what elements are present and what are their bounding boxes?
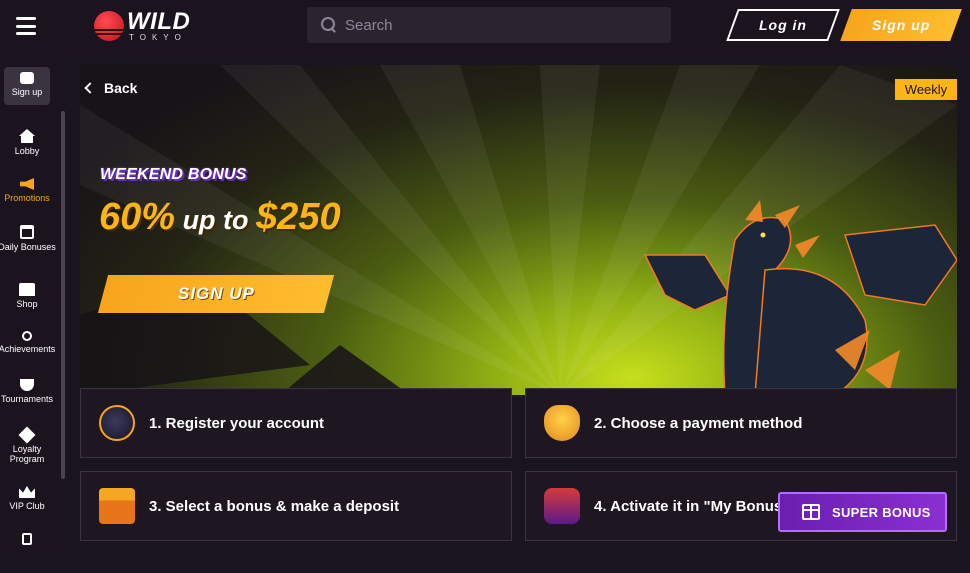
logo-text-sub: TOKYO [129, 33, 187, 42]
slot-machine-icon [544, 488, 580, 524]
crown-icon [19, 486, 35, 498]
step-card-register[interactable]: 1. Register your account [80, 388, 512, 458]
sidebar-item-label: Tournaments [0, 394, 54, 404]
small-icon [22, 533, 32, 545]
sidebar-item-label: Lobby [14, 146, 40, 156]
trophy-icon [20, 379, 34, 391]
promo-title: 60% up to $250 [99, 196, 341, 238]
diamond-icon [18, 426, 36, 444]
logo-text-main: WILD [127, 8, 191, 35]
gift-icon [802, 504, 820, 520]
sidebar-item-vip-club[interactable]: VIP Club [0, 482, 54, 526]
weekly-badge: Weekly [895, 79, 957, 100]
calendar-icon [20, 225, 34, 239]
chevron-left-icon [84, 82, 96, 94]
sidebar-item-achievements[interactable]: Achievements [0, 327, 55, 371]
dragon-illustration [643, 200, 957, 395]
sidebar-item-label: VIP Club [9, 501, 45, 511]
megaphone-icon [20, 178, 34, 190]
home-icon [19, 129, 35, 143]
step-card-payment[interactable]: 2. Choose a payment method [525, 388, 957, 458]
sidebar-item-more[interactable] [0, 529, 54, 573]
sidebar-item-promotions[interactable]: Promotions [0, 174, 54, 218]
back-button[interactable]: Back [84, 80, 137, 96]
sidebar-item-label: Daily Bonuses [0, 242, 56, 252]
sidebar-item-label: Loyalty Program [9, 444, 45, 464]
shop-icon [19, 283, 35, 296]
logo-circle-icon [94, 11, 124, 41]
sidebar-item-loyalty-program[interactable]: Loyalty Program [0, 423, 54, 467]
money-bag-icon [544, 405, 580, 441]
search-input[interactable] [345, 16, 645, 34]
sidebar-scrollbar[interactable] [61, 111, 65, 479]
login-button[interactable]: Log in [726, 9, 840, 41]
sidebar: Sign up Lobby Promotions Daily Bonuses S… [0, 53, 66, 550]
sidebar-item-daily-bonuses[interactable]: Daily Bonuses [0, 221, 56, 265]
search-icon [321, 17, 337, 33]
step-label: 4. Activate it in "My Bonuses" [594, 497, 807, 515]
step-label: 2. Choose a payment method [594, 414, 803, 432]
sidebar-item-label: Shop [16, 299, 38, 309]
sidebar-item-shop[interactable]: Shop [0, 279, 54, 323]
account-icon [99, 405, 135, 441]
signup-icon [20, 72, 34, 84]
logo[interactable]: WILD TOKYO [94, 9, 190, 43]
step-label: 3. Select a bonus & make a deposit [149, 497, 400, 515]
sidebar-item-label: Sign up [11, 87, 43, 97]
sidebar-item-label: Promotions [4, 193, 50, 203]
sidebar-item-signup[interactable]: Sign up [4, 67, 50, 105]
gift-box-icon [99, 488, 135, 524]
sidebar-item-lobby[interactable]: Lobby [0, 125, 54, 169]
top-bar: WILD TOKYO Log in Sign up [0, 0, 970, 53]
sidebar-item-tournaments[interactable]: Tournaments [0, 375, 54, 419]
super-bonus-button[interactable]: SUPER BONUS [778, 492, 947, 532]
step-card-deposit[interactable]: 3. Select a bonus & make a deposit [80, 471, 512, 541]
medal-icon [22, 331, 32, 341]
search-bar[interactable] [307, 7, 671, 43]
promo-signup-button[interactable]: SIGN UP [97, 275, 335, 313]
step-label: 1. Register your account [149, 414, 325, 432]
promo-subtitle: WEEKEND BONUS [100, 166, 247, 183]
signup-button[interactable]: Sign up [840, 9, 962, 41]
sidebar-item-label: Achievements [0, 344, 56, 354]
hamburger-menu-icon[interactable] [14, 14, 38, 38]
